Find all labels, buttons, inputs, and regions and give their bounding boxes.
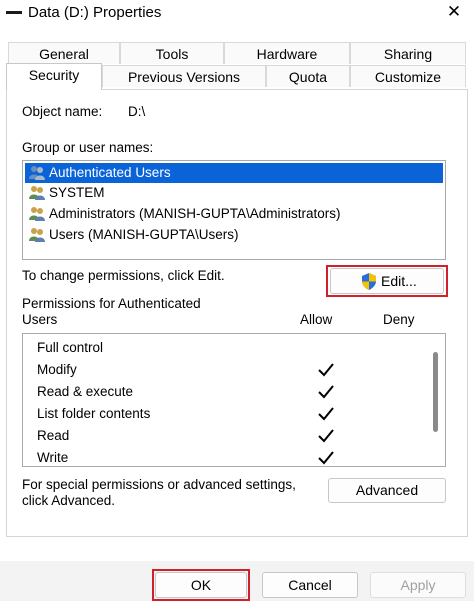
permissions-for-label: Permissions for Authenticated Users xyxy=(22,296,201,327)
permission-name: Write xyxy=(37,450,69,465)
edit-button-highlight xyxy=(326,265,448,297)
group-label: Group or user names: xyxy=(22,140,154,155)
check-icon xyxy=(318,451,334,465)
window-title: Data (D:) Properties xyxy=(28,4,162,21)
list-item[interactable]: Administrators (MANISH-GUPTA\Administrat… xyxy=(25,204,443,224)
permission-row: Modify xyxy=(37,360,334,380)
users-listbox[interactable]: Authenticated Users SYSTEM Administrator… xyxy=(22,160,446,260)
permission-name: Full control xyxy=(37,340,104,355)
advanced-button[interactable]: Advanced xyxy=(328,478,446,503)
permission-name: List folder contents xyxy=(37,406,151,421)
list-item[interactable]: SYSTEM xyxy=(25,183,443,203)
user-name: Authenticated Users xyxy=(49,165,171,180)
tab-previous-versions[interactable]: Previous Versions xyxy=(102,65,266,87)
permission-name: Modify xyxy=(37,362,77,377)
object-name-value: D:\ xyxy=(128,104,146,119)
permission-row: Write xyxy=(37,448,334,468)
system-menu-icon[interactable] xyxy=(6,11,22,14)
tab-tools[interactable]: Tools xyxy=(120,42,224,64)
permission-row: Full control xyxy=(37,338,103,358)
check-icon xyxy=(318,385,334,399)
user-group-icon xyxy=(29,186,45,200)
tab-general[interactable]: General xyxy=(8,42,120,64)
user-group-icon xyxy=(29,166,45,180)
permission-name: Read & execute xyxy=(37,384,134,399)
tab-sharing[interactable]: Sharing xyxy=(350,42,466,64)
user-name: Users (MANISH-GUPTA\Users) xyxy=(49,227,239,242)
tab-quota[interactable]: Quota xyxy=(266,65,350,87)
ok-button-highlight xyxy=(152,569,250,601)
title-bar: Data (D:) Properties ✕ xyxy=(0,0,474,26)
permission-row: Read xyxy=(37,426,334,446)
deny-column-header: Deny xyxy=(383,312,415,327)
permissions-list[interactable]: Full control Modify Read & execute List … xyxy=(22,333,446,467)
permission-name: Read xyxy=(37,428,70,443)
list-item[interactable]: Users (MANISH-GUPTA\Users) xyxy=(25,225,443,245)
object-name-label: Object name: xyxy=(22,104,103,119)
permissions-scrollbar[interactable] xyxy=(433,352,438,432)
cancel-button[interactable]: Cancel xyxy=(262,572,358,598)
user-group-icon xyxy=(29,207,45,221)
change-permissions-text: To change permissions, click Edit. xyxy=(22,268,225,283)
tab-hardware[interactable]: Hardware xyxy=(224,42,350,64)
apply-button[interactable]: Apply xyxy=(370,572,466,598)
special-permissions-text: For special permissions or advanced sett… xyxy=(22,477,296,508)
check-icon xyxy=(318,429,334,443)
tab-customize[interactable]: Customize xyxy=(350,65,466,87)
close-icon[interactable]: ✕ xyxy=(442,1,466,23)
permission-row: List folder contents xyxy=(37,404,334,424)
user-name: SYSTEM xyxy=(49,185,105,200)
allow-column-header: Allow xyxy=(300,312,333,327)
user-group-icon xyxy=(29,228,45,242)
user-name: Administrators (MANISH-GUPTA\Administrat… xyxy=(49,206,341,221)
check-icon xyxy=(318,407,334,421)
check-icon xyxy=(318,363,334,377)
list-item[interactable]: Authenticated Users xyxy=(25,163,443,183)
permission-row: Read & execute xyxy=(37,382,334,402)
tab-security[interactable]: Security xyxy=(6,63,102,90)
